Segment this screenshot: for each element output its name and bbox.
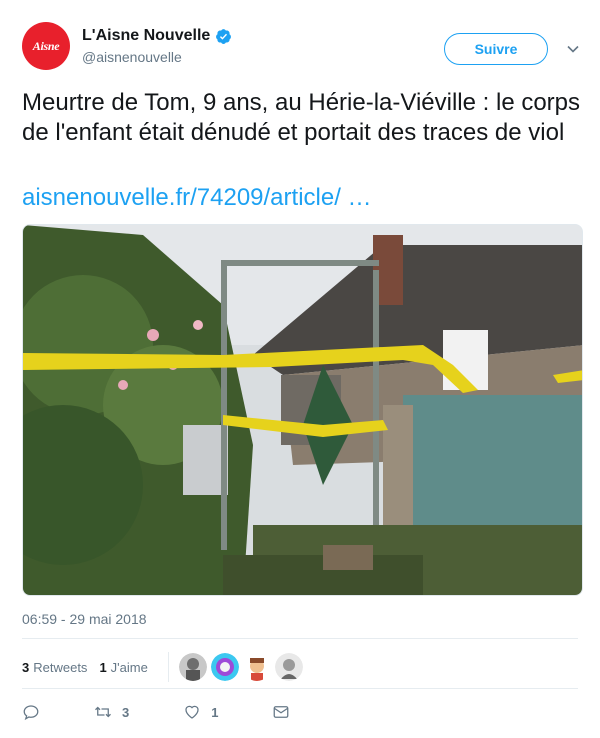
direct-message-action[interactable] — [272, 703, 290, 721]
likes-stat[interactable]: 1 J'aime — [99, 660, 147, 675]
heart-icon[interactable] — [183, 703, 201, 721]
likes-label: J'aime — [110, 659, 148, 675]
tweet-timestamp[interactable]: 06:59 - 29 mai 2018 — [22, 611, 147, 627]
account-handle[interactable]: @aisnenouvelle — [82, 49, 232, 65]
tweet-link[interactable]: aisnenouvelle.fr/74209/article/ … — [22, 184, 372, 212]
crime-scene-photo — [23, 225, 582, 595]
reply-action[interactable] — [22, 703, 40, 721]
tweet-text: Meurtre de Tom, 9 ans, au Hérie-la-Viévi… — [22, 89, 581, 146]
liker-avatar[interactable] — [178, 653, 207, 681]
tweet-header: Aisne L'Aisne Nouvelle @aisnenouvelle Su… — [22, 22, 580, 72]
tweet-photo[interactable] — [22, 224, 583, 596]
chevron-down-icon[interactable] — [566, 42, 580, 56]
retweet-icon[interactable] — [94, 703, 112, 721]
reply-icon[interactable] — [22, 703, 40, 721]
retweet-count: 3 — [122, 704, 130, 720]
tweet-actions: 3 1 — [22, 700, 344, 724]
liker-avatar[interactable] — [210, 653, 239, 681]
follow-button[interactable]: Suivre — [444, 33, 548, 65]
liker-avatar[interactable] — [274, 653, 303, 681]
liker-avatars — [167, 652, 303, 682]
account-names: L'Aisne Nouvelle @aisnenouvelle — [82, 27, 232, 65]
retweet-action[interactable]: 3 — [94, 703, 129, 721]
retweets-label: Retweets — [33, 659, 88, 675]
retweets-stat[interactable]: 3 Retweets — [22, 660, 87, 675]
retweets-count: 3 — [22, 659, 30, 675]
account-display-name[interactable]: L'Aisne Nouvelle — [82, 27, 210, 45]
tweet-stats: 3 Retweets 1 J'aime — [22, 649, 303, 685]
verified-badge-icon — [216, 28, 232, 44]
like-action[interactable]: 1 — [183, 703, 218, 721]
avatar-logo-text: Aisne — [32, 38, 60, 53]
like-count: 1 — [211, 704, 219, 720]
divider — [22, 638, 578, 639]
likes-count: 1 — [99, 659, 107, 675]
liker-avatar[interactable] — [242, 653, 271, 681]
divider — [22, 688, 578, 689]
account-avatar[interactable]: Aisne — [22, 22, 70, 70]
direct-message-icon[interactable] — [272, 703, 290, 721]
